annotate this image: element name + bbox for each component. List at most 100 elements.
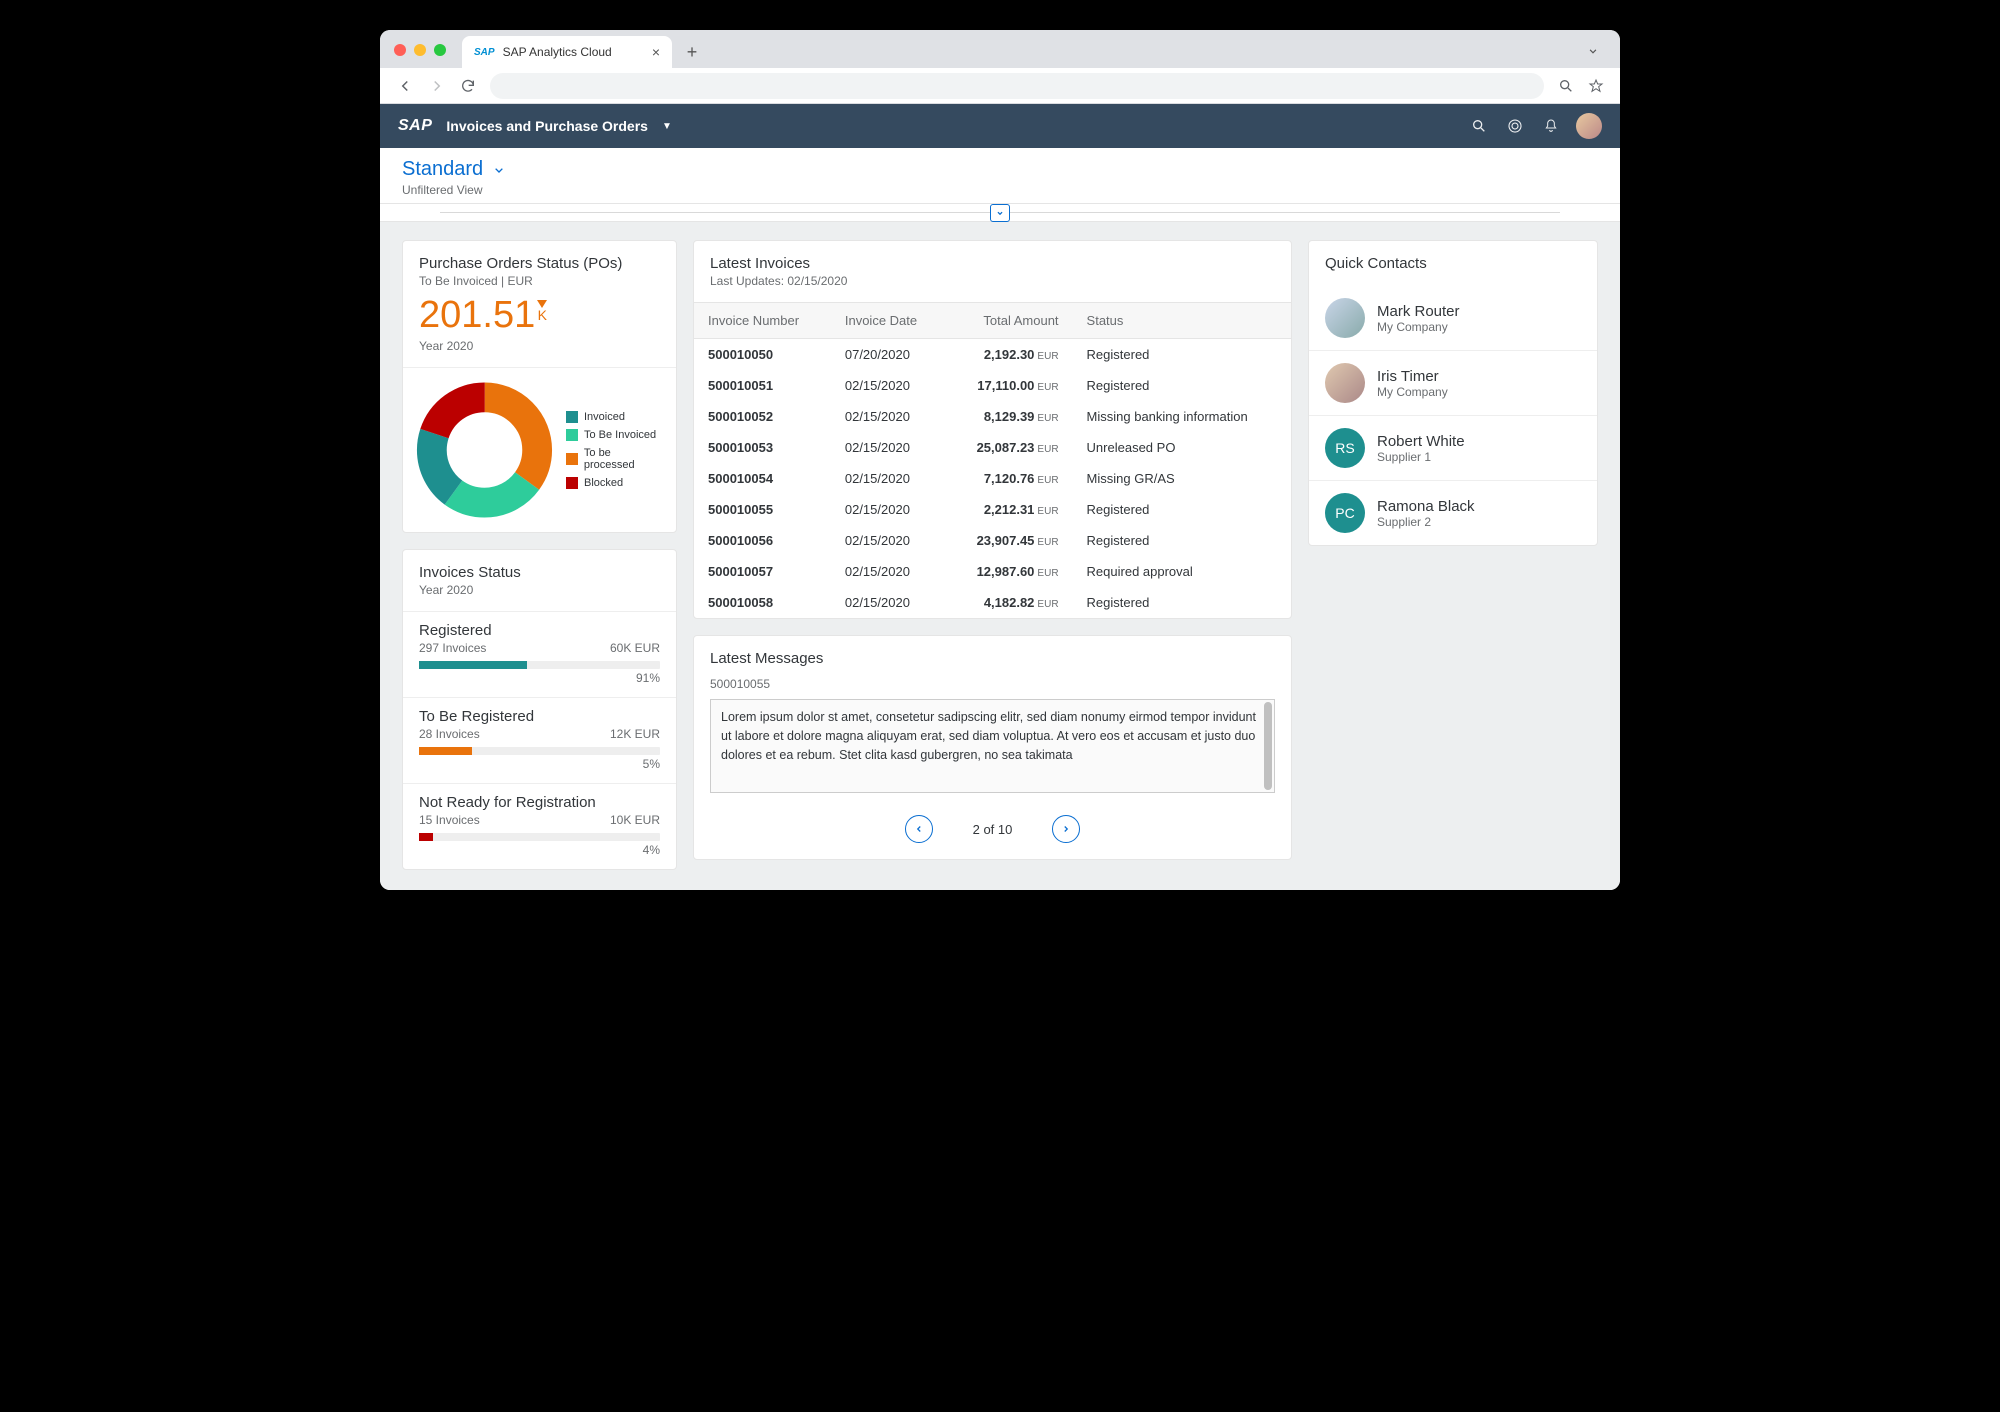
progress-bar bbox=[419, 747, 660, 755]
donut-chart bbox=[415, 380, 554, 520]
shell-user-avatar[interactable] bbox=[1576, 113, 1602, 139]
contact-item[interactable]: Iris Timer My Company bbox=[1309, 350, 1597, 415]
card-title: Purchase Orders Status (POs) bbox=[419, 255, 660, 272]
bookmark-star-icon[interactable] bbox=[1588, 78, 1604, 94]
status-count: 15 Invoices bbox=[419, 813, 480, 827]
cell-invoice-date: 02/15/2020 bbox=[831, 401, 946, 432]
chart-legend: Invoiced To Be Invoiced To be processed … bbox=[566, 411, 664, 489]
variant-selector[interactable]: Standard bbox=[402, 158, 1598, 181]
cell-status: Registered bbox=[1073, 494, 1291, 525]
status-count: 297 Invoices bbox=[419, 641, 486, 655]
window-controls bbox=[394, 44, 446, 56]
page-content: Purchase Orders Status (POs) To Be Invoi… bbox=[380, 222, 1620, 890]
pager-prev-button[interactable] bbox=[905, 815, 933, 843]
contact-item[interactable]: Mark Router My Company bbox=[1309, 286, 1597, 350]
col-invoice-date[interactable]: Invoice Date bbox=[831, 303, 946, 339]
cell-invoice-number: 500010052 bbox=[694, 401, 831, 432]
nav-forward-icon[interactable] bbox=[428, 77, 446, 95]
zoom-icon[interactable] bbox=[1558, 78, 1574, 94]
card-invoices-status: Invoices Status Year 2020 Registered 297… bbox=[402, 549, 677, 870]
table-row[interactable]: 500010057 02/15/2020 12,987.60EUR Requir… bbox=[694, 556, 1291, 587]
table-row[interactable]: 500010055 02/15/2020 2,212.31EUR Registe… bbox=[694, 494, 1291, 525]
cell-amount: 4,182.82EUR bbox=[946, 587, 1072, 618]
shell-copilot-icon[interactable] bbox=[1504, 117, 1526, 135]
tab-close-icon[interactable]: × bbox=[652, 44, 660, 60]
window-minimize-icon[interactable] bbox=[414, 44, 426, 56]
cell-invoice-date: 02/15/2020 bbox=[831, 556, 946, 587]
cell-invoice-number: 500010055 bbox=[694, 494, 831, 525]
cell-amount: 12,987.60EUR bbox=[946, 556, 1072, 587]
contact-name: Robert White bbox=[1377, 433, 1465, 450]
contact-org: My Company bbox=[1377, 385, 1448, 399]
table-row[interactable]: 500010052 02/15/2020 8,129.39EUR Missing… bbox=[694, 401, 1291, 432]
cell-invoice-date: 02/15/2020 bbox=[831, 432, 946, 463]
nav-back-icon[interactable] bbox=[396, 77, 414, 95]
cell-invoice-number: 500010058 bbox=[694, 587, 831, 618]
cell-invoice-number: 500010050 bbox=[694, 339, 831, 371]
status-item[interactable]: Registered 297 Invoices 60K EUR 91% bbox=[403, 611, 676, 697]
status-value: 10K EUR bbox=[610, 813, 660, 827]
app-title[interactable]: Invoices and Purchase Orders bbox=[446, 118, 648, 134]
shell-search-icon[interactable] bbox=[1468, 118, 1490, 134]
cell-invoice-date: 02/15/2020 bbox=[831, 525, 946, 556]
status-percent: 4% bbox=[419, 843, 660, 857]
sap-favicon-icon: SAP bbox=[474, 47, 495, 58]
cell-status: Missing GR/AS bbox=[1073, 463, 1291, 494]
status-item[interactable]: Not Ready for Registration 15 Invoices 1… bbox=[403, 783, 676, 869]
nav-reload-icon[interactable] bbox=[460, 78, 476, 94]
scrollbar[interactable] bbox=[1264, 702, 1272, 790]
browser-tab[interactable]: SAP SAP Analytics Cloud × bbox=[462, 36, 672, 68]
table-row[interactable]: 500010058 02/15/2020 4,182.82EUR Registe… bbox=[694, 587, 1291, 618]
table-row[interactable]: 500010050 07/20/2020 2,192.30EUR Registe… bbox=[694, 339, 1291, 371]
window-close-icon[interactable] bbox=[394, 44, 406, 56]
cell-amount: 8,129.39EUR bbox=[946, 401, 1072, 432]
table-row[interactable]: 500010053 02/15/2020 25,087.23EUR Unrele… bbox=[694, 432, 1291, 463]
avatar bbox=[1325, 363, 1365, 403]
status-value: 12K EUR bbox=[610, 727, 660, 741]
tabs-menu-icon[interactable] bbox=[1586, 44, 1600, 58]
col-status[interactable]: Status bbox=[1073, 303, 1291, 339]
contact-item[interactable]: PC Ramona Black Supplier 2 bbox=[1309, 480, 1597, 545]
contact-name: Iris Timer bbox=[1377, 368, 1448, 385]
status-percent: 5% bbox=[419, 757, 660, 771]
cell-status: Registered bbox=[1073, 370, 1291, 401]
url-field[interactable] bbox=[490, 73, 1544, 99]
sap-logo-icon[interactable]: SAP bbox=[398, 117, 432, 135]
cell-invoice-number: 500010056 bbox=[694, 525, 831, 556]
col-invoice-number[interactable]: Invoice Number bbox=[694, 303, 831, 339]
card-title: Invoices Status bbox=[419, 564, 660, 581]
cell-invoice-date: 02/15/2020 bbox=[831, 494, 946, 525]
cell-status: Missing banking information bbox=[1073, 401, 1291, 432]
contact-item[interactable]: RS Robert White Supplier 1 bbox=[1309, 415, 1597, 480]
card-title: Latest Messages bbox=[710, 650, 1275, 667]
pager-next-button[interactable] bbox=[1052, 815, 1080, 843]
avatar: RS bbox=[1325, 428, 1365, 468]
cell-invoice-date: 07/20/2020 bbox=[831, 339, 946, 371]
filterbar-collapse bbox=[380, 204, 1620, 222]
new-tab-button[interactable]: + bbox=[678, 38, 706, 66]
table-row[interactable]: 500010051 02/15/2020 17,110.00EUR Regist… bbox=[694, 370, 1291, 401]
status-count: 28 Invoices bbox=[419, 727, 480, 741]
cell-status: Registered bbox=[1073, 525, 1291, 556]
kpi-value: 201.51 K bbox=[419, 294, 660, 337]
status-item[interactable]: To Be Registered 28 Invoices 12K EUR 5% bbox=[403, 697, 676, 783]
card-subtitle: Last Updates: 02/15/2020 bbox=[710, 274, 1275, 288]
avatar bbox=[1325, 298, 1365, 338]
table-row[interactable]: 500010054 02/15/2020 7,120.76EUR Missing… bbox=[694, 463, 1291, 494]
cell-amount: 23,907.45EUR bbox=[946, 525, 1072, 556]
col-total-amount[interactable]: Total Amount bbox=[946, 303, 1072, 339]
cell-invoice-number: 500010051 bbox=[694, 370, 831, 401]
card-subtitle: To Be Invoiced | EUR bbox=[419, 274, 660, 288]
expand-filterbar-button[interactable] bbox=[990, 204, 1010, 222]
contact-org: Supplier 1 bbox=[1377, 450, 1465, 464]
shell-notifications-icon[interactable] bbox=[1540, 118, 1562, 134]
status-value: 60K EUR bbox=[610, 641, 660, 655]
variant-subtitle: Unfiltered View bbox=[402, 183, 1598, 197]
message-pager: 2 of 10 bbox=[694, 807, 1291, 859]
cell-amount: 7,120.76EUR bbox=[946, 463, 1072, 494]
kpi-year: Year 2020 bbox=[419, 339, 660, 353]
table-row[interactable]: 500010056 02/15/2020 23,907.45EUR Regist… bbox=[694, 525, 1291, 556]
window-zoom-icon[interactable] bbox=[434, 44, 446, 56]
title-dropdown-icon[interactable]: ▼ bbox=[662, 121, 672, 132]
progress-bar bbox=[419, 833, 660, 841]
